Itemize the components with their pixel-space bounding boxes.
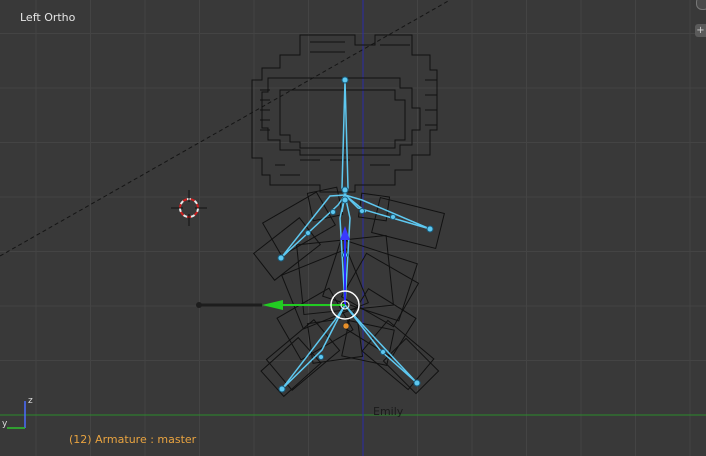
3d-viewport[interactable]: z y Left Ortho Emily (12) Armature : mas… — [0, 0, 706, 456]
bone-arm-left — [280, 194, 347, 259]
bone-leg-right — [344, 304, 418, 384]
view-grid — [0, 0, 706, 456]
axis-y-label: y — [2, 419, 8, 429]
viewport-canvas[interactable]: z y — [0, 0, 706, 456]
transform-manipulator[interactable] — [196, 226, 360, 320]
object-name-label: Emily — [373, 405, 404, 418]
bone-leg-left — [281, 304, 346, 390]
toolshelf-expand-button[interactable]: + — [695, 24, 706, 37]
bone-joints[interactable] — [277, 76, 434, 393]
axis-gizmo: z y — [2, 396, 33, 429]
view-name-label: Left Ortho — [20, 11, 76, 24]
manipulator-y-arrow — [262, 300, 283, 310]
axis-z-label: z — [28, 396, 33, 406]
object-origin-dot[interactable] — [342, 322, 350, 330]
dashed-guide-line — [0, 0, 451, 257]
region-corner-handle[interactable] — [696, 0, 706, 10]
active-object-status: (12) Armature : master — [69, 433, 197, 446]
bone-head — [341, 79, 349, 197]
3d-cursor-icon[interactable] — [171, 190, 207, 226]
